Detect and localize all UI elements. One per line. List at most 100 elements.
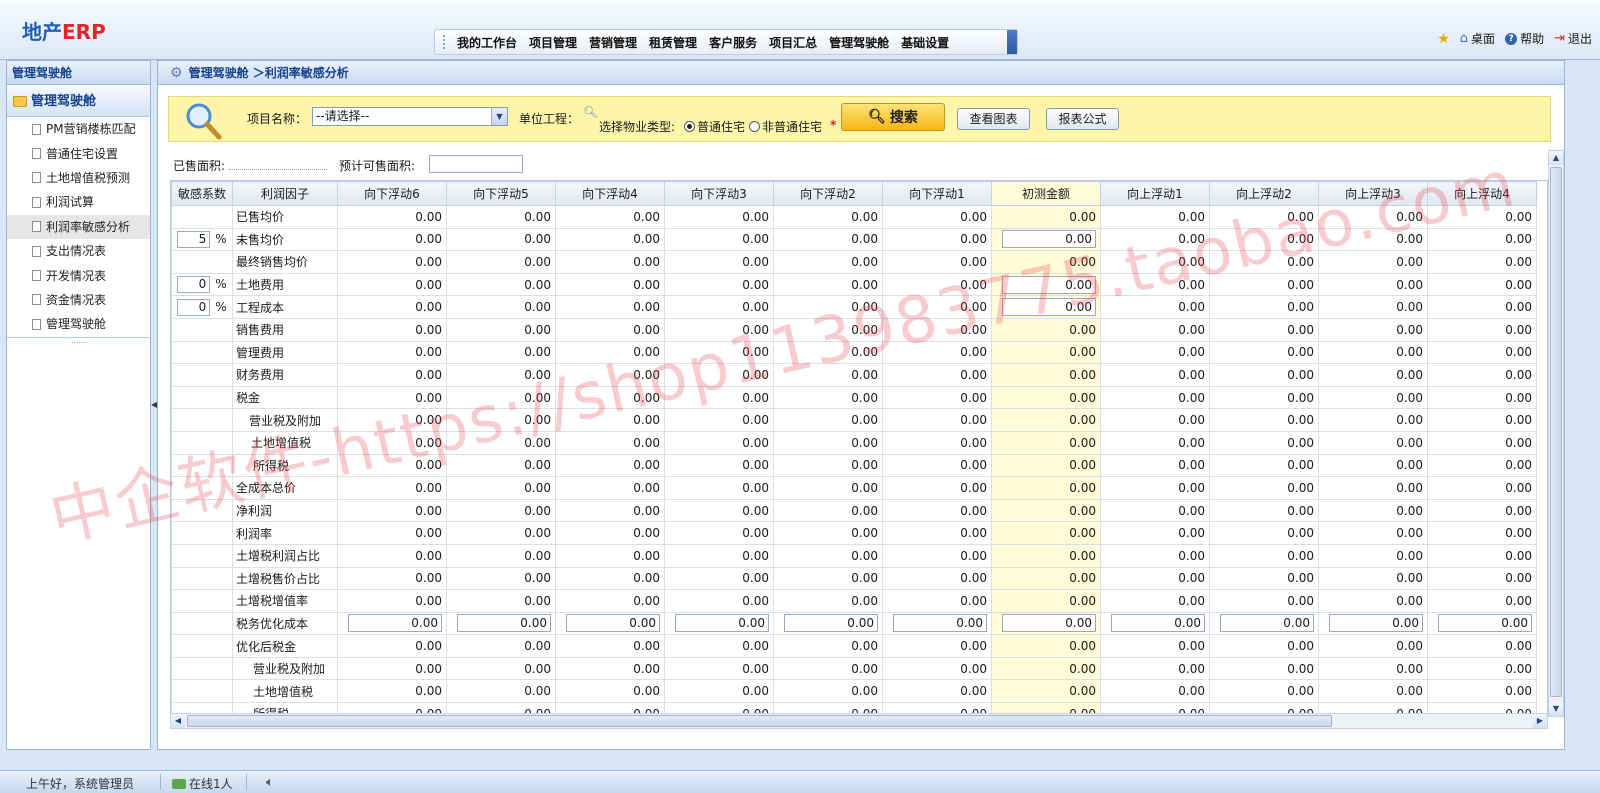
nav-item-leasing[interactable]: 租赁管理 [643,34,703,51]
favorite-link[interactable]: ★ [1437,30,1450,47]
value-cell: 0.00 [337,205,447,229]
factor-cell: 优化后税金 [232,634,338,658]
value-cell: 0.00 [1427,385,1537,410]
sound-toggle[interactable]: 🔈︎ [266,775,274,790]
value-cell: 0.00 [773,295,883,319]
radio-normal[interactable]: 普通住宅 [684,118,745,135]
radio-nonnormal[interactable]: 非普通住宅 [749,118,822,135]
help-link[interactable]: ? 帮助 [1505,30,1544,47]
value-cell: 0.00 [337,589,447,613]
sidebar-item[interactable]: 土地增值税预测 [7,166,150,190]
desktop-link[interactable]: ⌂ 桌面 [1460,30,1495,47]
value-cell: 0.00 [1318,227,1428,252]
scroll-left-arrow[interactable]: ◀ [171,714,185,728]
value-input[interactable]: 0.00 [1329,614,1423,633]
sidebar-item[interactable]: 资金情况表 [7,288,150,312]
value-cell: 0.00 [882,521,992,545]
nav-grip [443,35,446,49]
nav-item-settings[interactable]: 基础设置 [895,34,955,51]
table-row: 土地增值税 0.00 0.00 0.00 0.00 0.00 0.00 0.00 0.00 0.0… [171,679,1537,704]
horizontal-scroll-thumb[interactable] [187,715,1332,727]
value-cell: 0.00 [446,340,556,365]
online-status[interactable]: 在线1人 [172,775,233,792]
value-input[interactable]: 0.00 [1002,230,1096,249]
table-row: 税金 0.00 0.00 0.00 0.00 0.00 0.00 0.00 0.00 0.00 0.… [171,385,1537,410]
value-input[interactable]: 0.00 [1220,614,1314,633]
scroll-up-arrow[interactable]: ▲ [1549,151,1563,165]
nav-item-workbench[interactable]: 我的工作台 [451,34,523,51]
value-cell: 0.00 [446,589,556,613]
nav-item-marketing[interactable]: 营销管理 [583,34,643,51]
value-cell: 0.00 [1100,611,1210,636]
value-cell: 0.00 [337,611,447,636]
nav-item-project[interactable]: 项目管理 [523,34,583,51]
value-input[interactable]: 0.00 [1111,614,1205,633]
value-cell: 0.00 [664,498,774,523]
sensitivity-input[interactable]: 0 [177,276,211,294]
factor-cell: 税金 [232,385,338,410]
sensitivity-input[interactable]: 0 [177,298,211,316]
value-cell: 0.00 [882,385,992,410]
unit-lookup-icon[interactable]: 🔍︎ [583,105,598,119]
sidebar-item[interactable]: 管理驾驶舱 [7,312,150,336]
sensitivity-cell [171,408,233,432]
value-cell: 0.00 [1427,363,1537,387]
view-chart-button[interactable]: 查看图表 [957,108,1030,130]
value-cell: 0.00 [446,295,556,319]
sidebar-item[interactable]: PM营销楼栋匹配 [7,117,150,141]
value-input[interactable]: 0.00 [675,614,769,633]
value-cell: 0.00 [1100,589,1210,613]
value-input[interactable]: 0.00 [893,614,987,633]
nav-item-project-summary[interactable]: 项目汇总 [763,34,823,51]
value-input[interactable]: 0.00 [566,614,660,633]
sidebar-group-cockpit[interactable]: 管理驾驶舱 [7,87,150,117]
scroll-right-arrow[interactable]: ▶ [1533,714,1547,728]
sensitivity-cell [171,250,233,274]
nav-item-customer-service[interactable]: 客户服务 [703,34,763,51]
value-cell: 0.00 [773,340,883,365]
factor-cell: 管理费用 [232,340,338,365]
value-input[interactable]: 0.00 [457,614,551,633]
sidebar-item[interactable]: 利润率敏感分析 [7,214,150,239]
value-cell: 0.00 [1100,521,1210,545]
exit-link[interactable]: ⇥ 退出 [1554,30,1592,47]
sidebar-item[interactable]: 普通住宅设置 [7,141,150,165]
project-select[interactable]: --请选择-- ▼ [312,107,508,126]
scroll-down-arrow[interactable]: ▼ [1549,702,1563,716]
nav-item-cockpit[interactable]: 管理驾驶舱 [823,34,895,51]
value-cell: 0.00 [991,521,1101,545]
factor-cell: 土增税售价占比 [232,566,338,591]
factor-cell: 营业税及附加 [232,656,338,681]
forecast-area-input[interactable] [429,155,523,173]
value-input[interactable]: 0.00 [1438,614,1532,633]
value-input[interactable]: 0.00 [1002,275,1096,294]
column-header: 敏感系数 [171,181,233,206]
search-button-label: 搜索 [889,110,918,126]
value-input[interactable]: 0.00 [1002,614,1096,633]
value-cell: 0.00 [773,227,883,252]
value-cell: 0.00 [991,250,1101,274]
value-input[interactable]: 0.00 [348,614,442,633]
vertical-scroll-thumb[interactable] [1550,167,1562,697]
home-icon: ⌂ [1459,31,1469,46]
value-cell: 0.00 [446,317,556,342]
sidebar-item[interactable]: 开发情况表 [7,263,150,287]
vertical-scrollbar[interactable]: ▲ ▼ [1548,150,1564,717]
value-cell: 0.00 [882,340,992,365]
value-cell: 0.00 [555,679,665,704]
value-input[interactable]: 0.00 [1002,298,1096,317]
logo-main: 地产 [22,20,62,44]
sidebar-item[interactable]: 利润试算 [7,190,150,214]
value-cell: 0.00 [1100,656,1210,681]
sidebar-item[interactable]: 支出情况表 [7,239,150,263]
horizontal-scrollbar[interactable]: ◀ ▶ [170,713,1548,729]
status-divider [246,774,247,790]
sensitivity-input[interactable]: 5 [177,230,211,248]
sidebar-item-label: 管理驾驶舱 [46,317,107,332]
value-input[interactable]: 0.00 [784,614,878,633]
report-formula-button[interactable]: 报表公式 [1046,108,1119,130]
value-cell: 0.00 [1209,295,1319,319]
top-links: ★ ⌂ 桌面 ? 帮助 ⇥ 退出 [1437,30,1592,47]
value-cell: 0.00 [446,408,556,432]
search-button[interactable]: 🔍︎ 搜索 [841,103,945,131]
